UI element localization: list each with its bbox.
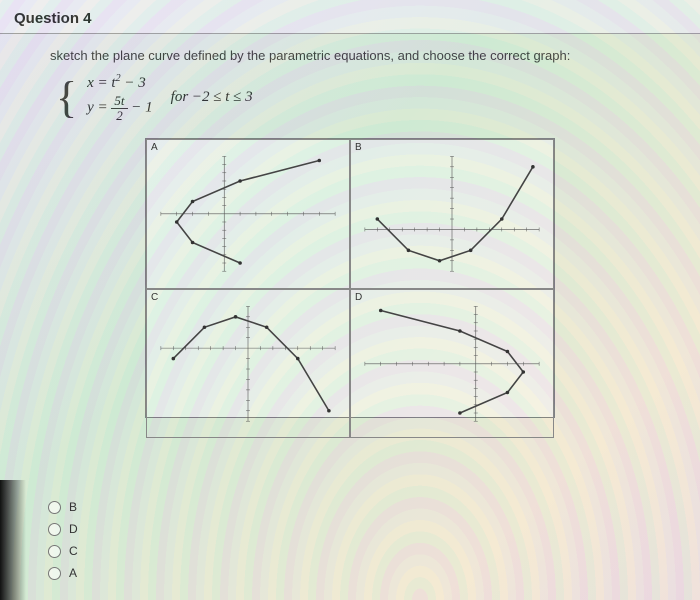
chart-panel-a: A <box>146 139 350 289</box>
chart-panel-d: D <box>350 289 554 439</box>
equations-block: { x = t2 − 3 y = 5t2 − 1 for −2 ≤ t ≤ 3 <box>0 69 700 130</box>
domain-text: for −2 ≤ t ≤ 3 <box>171 89 253 106</box>
chart-b <box>353 142 551 286</box>
choice-c[interactable]: C <box>48 544 78 558</box>
question-number: Question 4 <box>14 10 686 27</box>
chart-a <box>149 142 347 286</box>
choice-b[interactable]: B <box>48 500 78 514</box>
choice-label: B <box>69 500 77 514</box>
chart-c <box>149 292 347 436</box>
equation-y: y = 5t2 − 1 <box>87 94 153 122</box>
choice-d[interactable]: D <box>48 522 78 536</box>
answer-choices: B D C A <box>48 500 78 580</box>
panel-label-b: B <box>355 142 362 153</box>
choice-label: C <box>69 544 78 558</box>
radio-icon[interactable] <box>48 523 61 536</box>
left-brace: { <box>56 78 77 118</box>
choice-label: D <box>69 522 78 536</box>
question-prompt: sketch the plane curve defined by the pa… <box>0 34 700 69</box>
radio-icon[interactable] <box>48 545 61 558</box>
panel-label-c: C <box>151 292 158 303</box>
chart-grid: A B C D <box>145 138 555 418</box>
radio-icon[interactable] <box>48 567 61 580</box>
chart-panel-c: C <box>146 289 350 439</box>
panel-label-a: A <box>151 142 158 153</box>
chart-d <box>353 292 551 436</box>
question-header: Question 4 <box>0 0 700 34</box>
chart-panel-b: B <box>350 139 554 289</box>
choice-a[interactable]: A <box>48 566 78 580</box>
equation-x: x = t2 − 3 <box>87 73 153 92</box>
radio-icon[interactable] <box>48 501 61 514</box>
panel-label-d: D <box>355 292 362 303</box>
choice-label: A <box>69 566 77 580</box>
